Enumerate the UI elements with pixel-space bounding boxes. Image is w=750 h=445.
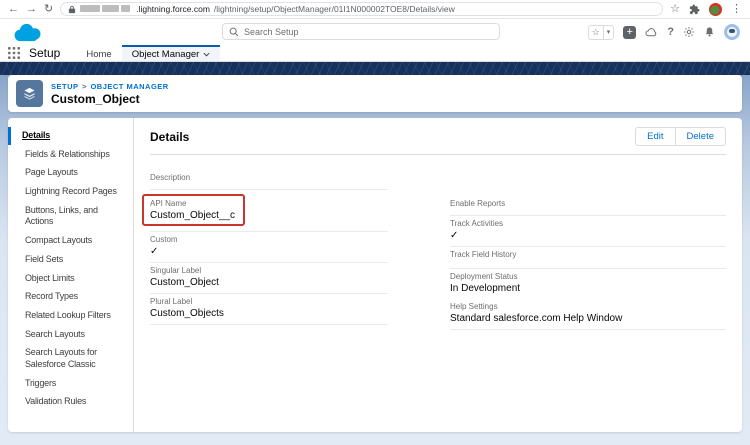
breadcrumb[interactable]: SETUP > OBJECT MANAGER: [51, 82, 169, 91]
field-api-name: API Name Custom_Object__c: [150, 190, 388, 232]
edit-button[interactable]: Edit: [635, 127, 675, 146]
guidance-center-icon[interactable]: [645, 27, 658, 38]
sidebar-item-search-layouts-classic[interactable]: Search Layouts for Salesforce Classic: [8, 344, 133, 373]
global-actions-icon[interactable]: +: [623, 26, 636, 39]
favorites-caret-icon[interactable]: ▾: [603, 26, 614, 39]
field-singular-label: Singular Label Custom_Object: [150, 263, 388, 294]
lock-icon: [68, 5, 76, 14]
tab-object-manager[interactable]: Object Manager: [122, 45, 221, 61]
browser-forward-icon[interactable]: →: [26, 4, 37, 15]
sidebar-item-compact-layouts[interactable]: Compact Layouts: [8, 232, 133, 250]
object-header-card: SETUP > OBJECT MANAGER Custom_Object: [8, 75, 742, 112]
sidebar-item-triggers[interactable]: Triggers: [8, 375, 133, 393]
extensions-icon[interactable]: [689, 4, 700, 15]
setup-page-background: SETUP > OBJECT MANAGER Custom_Object Det…: [0, 62, 750, 445]
details-panel: Details Edit Delete Description API Name: [134, 118, 742, 432]
field-deployment-status: Deployment Status In Development: [450, 269, 726, 299]
fields-column-right: Enable Reports Track Activities ✓ Track …: [450, 196, 726, 330]
url-path: /lightning/setup/ObjectManager/01I1N0000…: [214, 4, 455, 14]
details-heading: Details: [150, 130, 189, 144]
sidebar-item-object-limits[interactable]: Object Limits: [8, 270, 133, 288]
object-detail-card: Details Fields & Relationships Page Layo…: [8, 118, 742, 432]
detail-actions: Edit Delete: [635, 127, 726, 146]
sidebar-item-lightning-record-pages[interactable]: Lightning Record Pages: [8, 183, 133, 201]
setup-search-box: [222, 23, 500, 40]
breadcrumb-object-manager[interactable]: OBJECT MANAGER: [90, 82, 168, 91]
object-manager-sidebar: Details Fields & Relationships Page Layo…: [8, 118, 134, 432]
sidebar-item-details[interactable]: Details: [8, 127, 133, 145]
field-plural-label: Plural Label Custom_Objects: [150, 294, 388, 325]
salesforce-logo[interactable]: [10, 21, 46, 44]
track-activities-checkmark: ✓: [450, 229, 726, 242]
help-icon[interactable]: ?: [667, 26, 674, 38]
field-description: Description: [150, 170, 388, 190]
url-redacted-subdomain: [80, 4, 132, 14]
breadcrumb-separator: >: [81, 82, 88, 91]
api-name-highlight-box: API Name Custom_Object__c: [142, 194, 245, 226]
sidebar-item-related-lookup-filters[interactable]: Related Lookup Filters: [8, 307, 133, 325]
field-track-field-history: Track Field History: [450, 247, 726, 269]
setup-app-label: Setup: [29, 46, 60, 60]
salesforce-global-header: ☆ ▾ + ?: [0, 19, 750, 45]
sidebar-item-buttons-links-actions[interactable]: Buttons, Links, and Actions: [8, 202, 133, 231]
setup-gear-icon[interactable]: [683, 26, 695, 38]
field-enable-reports: Enable Reports: [450, 196, 726, 216]
notifications-bell-icon[interactable]: [704, 26, 715, 38]
search-input[interactable]: [244, 27, 493, 37]
favorites-button[interactable]: ☆ ▾: [588, 25, 615, 40]
browser-reload-icon[interactable]: ↻: [44, 4, 53, 15]
sidebar-item-validation-rules[interactable]: Validation Rules: [8, 393, 133, 411]
browser-menu-icon[interactable]: ⋮: [731, 4, 742, 15]
sidebar-item-fields-relationships[interactable]: Fields & Relationships: [8, 146, 133, 164]
field-track-activities: Track Activities ✓: [450, 216, 726, 247]
setup-banner: [0, 62, 750, 75]
browser-profile-avatar[interactable]: [709, 3, 722, 16]
app-launcher-icon[interactable]: [8, 47, 20, 59]
search-icon: [229, 27, 239, 37]
tab-home[interactable]: Home: [76, 45, 121, 61]
setup-nav-bar: Setup Home Object Manager: [0, 45, 750, 62]
sidebar-item-page-layouts[interactable]: Page Layouts: [8, 164, 133, 182]
sidebar-item-field-sets[interactable]: Field Sets: [8, 251, 133, 269]
page-title: Custom_Object: [51, 92, 169, 106]
field-help-settings: Help Settings Standard salesforce.com He…: [450, 299, 726, 330]
delete-button[interactable]: Delete: [675, 127, 726, 146]
field-custom: Custom ✓: [150, 232, 388, 263]
bookmark-star-icon[interactable]: ☆: [670, 4, 680, 15]
url-domain: .lightning.force.com: [136, 4, 210, 14]
header-action-icons: ☆ ▾ + ?: [588, 24, 740, 40]
address-bar[interactable]: .lightning.force.com/lightning/setup/Obj…: [60, 2, 663, 16]
custom-object-icon: [16, 80, 43, 107]
favorites-star-icon[interactable]: ☆: [589, 26, 603, 39]
sidebar-item-search-layouts[interactable]: Search Layouts: [8, 326, 133, 344]
browser-actions: ☆ ⋮: [670, 3, 742, 16]
custom-checkmark: ✓: [150, 245, 388, 258]
browser-back-icon[interactable]: ←: [8, 4, 19, 15]
browser-toolbar: ← → ↻ .lightning.force.com/lightning/set…: [0, 0, 750, 19]
sidebar-item-record-types[interactable]: Record Types: [8, 288, 133, 306]
fields-column-left: Description API Name Custom_Object__c Cu…: [150, 170, 388, 330]
breadcrumb-setup[interactable]: SETUP: [51, 82, 78, 91]
chevron-down-icon: [203, 52, 210, 57]
user-avatar[interactable]: [724, 24, 740, 40]
